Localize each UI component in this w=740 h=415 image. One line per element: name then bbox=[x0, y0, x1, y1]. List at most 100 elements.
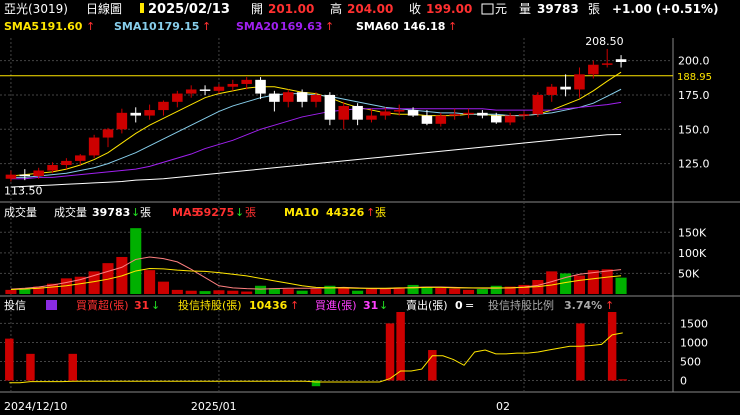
sma10-arrow-icon: ↑ bbox=[202, 20, 211, 33]
volume-bar bbox=[490, 285, 502, 294]
candle-body bbox=[421, 115, 433, 124]
volume-bar bbox=[5, 289, 17, 294]
volume-bar bbox=[449, 288, 461, 294]
candle-body bbox=[463, 112, 474, 115]
volume-bar bbox=[573, 275, 586, 294]
reference-line-label: 188.95 bbox=[677, 72, 712, 83]
candle-body bbox=[477, 112, 488, 116]
volume-label: 量 bbox=[519, 2, 531, 16]
candle-body bbox=[296, 92, 308, 102]
open-value: 201.00 bbox=[268, 2, 314, 16]
sma60-line bbox=[10, 134, 622, 188]
inst-legend: 投信 買賣超(張) 31 ↓ 投信持股(張) 10436 ↑ 買進(張) 31 … bbox=[4, 298, 614, 312]
candle bbox=[61, 158, 72, 170]
sma5-value: 191.60 bbox=[40, 20, 83, 33]
candle-body bbox=[269, 93, 280, 102]
candle bbox=[102, 127, 114, 148]
inst-net-bar bbox=[576, 323, 585, 381]
inst-list-icon bbox=[46, 300, 57, 310]
candle-body bbox=[19, 174, 31, 177]
net-buy-value: 31 bbox=[134, 299, 149, 312]
candle-body bbox=[199, 89, 211, 91]
holding-arrow-icon: ↑ bbox=[290, 299, 299, 312]
ma5-legend-unit: 張 bbox=[245, 206, 256, 219]
inst-net-bar bbox=[26, 353, 35, 381]
candle-body bbox=[5, 174, 17, 179]
sma20-arrow-icon: ↑ bbox=[325, 20, 334, 33]
period-marker-icon bbox=[140, 3, 144, 13]
volume-bar bbox=[144, 270, 156, 294]
sma60-value: 146.18 bbox=[403, 20, 445, 33]
volume-bar bbox=[352, 290, 364, 294]
inst-tick-label: 1000 bbox=[680, 336, 708, 349]
sma20-line bbox=[10, 101, 622, 180]
candle bbox=[435, 112, 447, 127]
candle-body bbox=[227, 83, 239, 87]
ma10-legend-unit: 張 bbox=[375, 206, 386, 219]
volume-bar bbox=[310, 289, 322, 294]
volume-legend: 成交量 成交量 39783 ↓ 張 MA5 59275 ↓ 張 MA10 443… bbox=[4, 205, 386, 219]
candle bbox=[560, 74, 571, 97]
candle bbox=[518, 111, 530, 120]
candle bbox=[213, 83, 225, 94]
vol-legend-value: 39783 bbox=[92, 206, 130, 219]
price-tick-label: 175.0 bbox=[678, 89, 710, 102]
price-layer: 208.50 113.50 bbox=[0, 35, 673, 197]
candle bbox=[352, 103, 363, 126]
inst-net-bar bbox=[428, 350, 437, 381]
ma10-legend-value: 44326 bbox=[326, 206, 365, 219]
net-buy-arrow-icon: ↓ bbox=[151, 299, 160, 312]
volume-bar bbox=[587, 270, 599, 294]
sma-legend: SMA5 191.60 ↑ SMA10 179.15 ↑ SMA20 169.6… bbox=[4, 20, 457, 33]
candle-body bbox=[172, 93, 183, 102]
holding-value: 10436 bbox=[249, 299, 288, 312]
candle-body bbox=[130, 112, 142, 116]
chart-date: 2025/02/13 bbox=[148, 2, 230, 17]
candle-body bbox=[560, 86, 571, 90]
volume-bar bbox=[157, 281, 170, 294]
candle bbox=[463, 108, 474, 119]
candle-body bbox=[241, 79, 252, 84]
currency-unit: 元 bbox=[495, 2, 507, 16]
currency-c-icon bbox=[481, 3, 494, 15]
volume-value: 39783 bbox=[537, 2, 579, 16]
period-label: 日線圖 bbox=[86, 1, 122, 16]
candle-body bbox=[144, 110, 155, 116]
candle-body bbox=[504, 115, 516, 123]
inst-net-bar bbox=[5, 338, 14, 381]
sell-label: 賣出(張) bbox=[406, 298, 448, 312]
ma5-legend-value: 59275 bbox=[196, 206, 234, 219]
buy-value: 31 bbox=[363, 299, 378, 312]
candle-body bbox=[518, 114, 530, 116]
volume-bar bbox=[476, 289, 488, 294]
volume-bar bbox=[338, 287, 350, 294]
vol-legend-label: 成交量 bbox=[54, 205, 87, 219]
price-tick-label: 150.0 bbox=[678, 123, 710, 136]
volume-bar bbox=[254, 285, 267, 294]
ma10-legend-label: MA10 bbox=[284, 206, 319, 219]
candle-body bbox=[74, 155, 86, 161]
candle-body bbox=[213, 86, 225, 91]
inst-tick-label: 1500 bbox=[680, 317, 708, 330]
candle bbox=[172, 90, 183, 108]
candle-body bbox=[61, 160, 72, 166]
volume-tick-label: 50K bbox=[678, 267, 700, 280]
candle-body bbox=[449, 114, 460, 116]
sma20-label: SMA20 bbox=[236, 20, 279, 33]
candle-body bbox=[393, 110, 405, 112]
sma5-line bbox=[10, 71, 622, 177]
volume-layer bbox=[5, 228, 627, 294]
sma10-value: 179.15 bbox=[157, 20, 199, 33]
volume-tick-label: 150K bbox=[678, 226, 707, 239]
candle-body bbox=[490, 115, 502, 123]
candle bbox=[338, 101, 350, 130]
price-tick-label: 200.0 bbox=[678, 55, 710, 68]
candle bbox=[477, 110, 488, 119]
candle bbox=[546, 83, 558, 102]
high-marker-label: 208.50 bbox=[585, 35, 624, 48]
candle bbox=[504, 112, 516, 126]
candle bbox=[269, 90, 280, 112]
volume-bar bbox=[407, 284, 419, 294]
candle-body bbox=[366, 115, 377, 120]
x-tick-label: 2024/12/10 bbox=[4, 400, 67, 413]
